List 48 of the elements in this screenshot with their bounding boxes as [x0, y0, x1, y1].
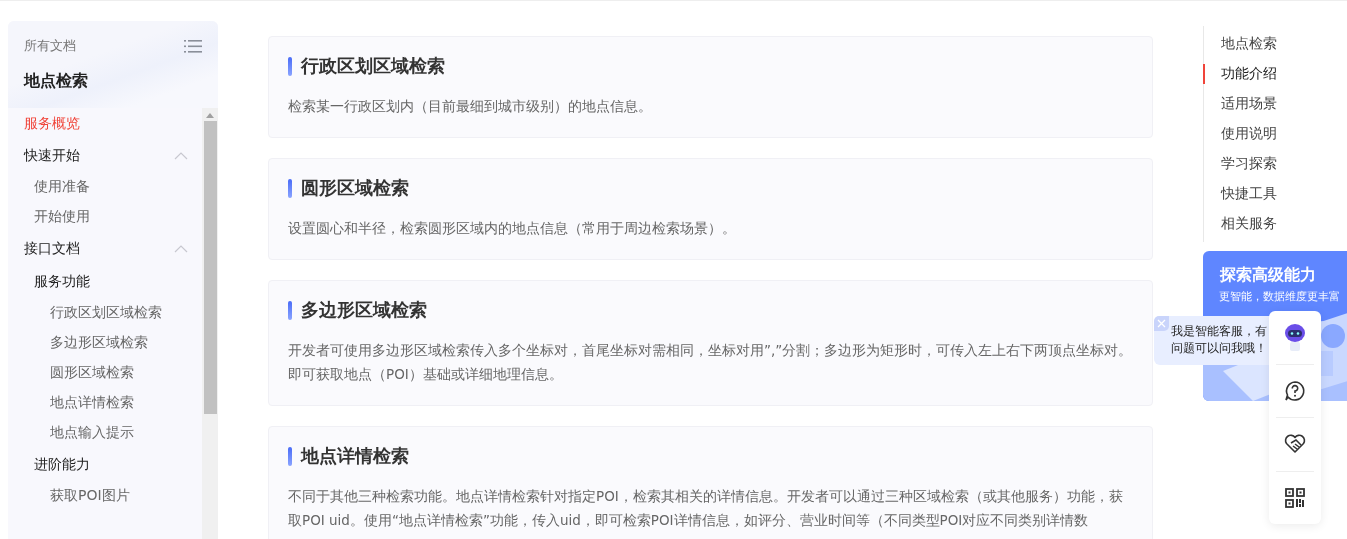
scrollbar-thumb[interactable] [203, 121, 217, 414]
toc-item[interactable]: 适用场景 [1203, 94, 1277, 114]
all-docs-label: 所有文档 [24, 37, 76, 55]
section-title: 行政区划区域检索 [301, 54, 445, 78]
nav-item[interactable]: 多边形区域检索 [50, 334, 148, 352]
toc-item[interactable]: 功能介绍 [1203, 64, 1277, 84]
tooltip-text: 我是智能客服，有问题可以问我哦！ [1171, 323, 1268, 357]
nav-item[interactable]: 快速开始 [24, 146, 80, 165]
section-title: 圆形区域检索 [301, 176, 409, 200]
nav-item[interactable]: 使用准备 [34, 178, 90, 196]
toc-item[interactable]: 相关服务 [1203, 214, 1277, 234]
nav-item[interactable]: 进阶能力 [34, 455, 90, 474]
accent-bar [288, 446, 292, 466]
nav-item[interactable]: 服务功能 [34, 272, 90, 291]
scroll-up-icon[interactable] [206, 113, 214, 118]
accent-bar [288, 178, 292, 198]
toc-item[interactable]: 地点检索 [1203, 34, 1277, 54]
list-icon[interactable] [184, 39, 202, 53]
close-button[interactable] [1154, 316, 1169, 331]
nav-item[interactable]: 地点详情检索 [50, 394, 134, 412]
nav-item[interactable]: 服务概览 [24, 115, 80, 133]
accent-bar [288, 56, 292, 76]
qr-code-icon[interactable] [1285, 487, 1305, 508]
nav-item[interactable]: 获取POI图片 [50, 487, 130, 505]
nav-item[interactable]: 行政区划区域检索 [50, 304, 162, 322]
nav-item[interactable]: 接口文档 [24, 239, 80, 258]
scrollbar[interactable] [202, 108, 218, 539]
help-icon[interactable] [1284, 379, 1306, 402]
accent-bar [288, 300, 292, 320]
promo-title: 探索高级能力 [1220, 265, 1317, 286]
section-title: 多边形区域检索 [301, 298, 427, 322]
chevron-icon[interactable] [174, 151, 188, 160]
toc-item[interactable]: 使用说明 [1203, 124, 1277, 144]
toc-item[interactable]: 快捷工具 [1203, 184, 1277, 204]
toc-item[interactable]: 学习探索 [1203, 154, 1277, 174]
nav-item[interactable]: 开始使用 [34, 208, 90, 226]
section-text: 开发者可使用多边形区域检索传入多个坐标对，首尾坐标对需相同，坐标对用”,”分割；多边形为矩形时，可传入左上右下两顶点坐标对。即可获取地点（POI）基础或详细地理信息。 [288, 341, 1133, 384]
sidebar-title: 地点检索 [24, 71, 89, 92]
section-text: 检索某一行政区划内（目前最细到城市级别）的地点信息。 [288, 97, 653, 116]
section-text: 设置圆心和半径，检索圆形区域内的地点信息（常用于周边检索场景）。 [288, 219, 737, 238]
section-title: 地点详情检索 [301, 444, 409, 468]
promo-subtitle: 更智能，数据维度更丰富 [1219, 289, 1341, 304]
chevron-icon[interactable] [174, 244, 188, 253]
section-text: 不同于其他三种检索功能。地点详情检索针对指定POI，检索其相关的详情信息。开发者可以通过三种区域检索（或其他服务）功能，获取POI uid。使用“地点详情检索”功能，传入uid，即可检索POI详情信息，如评分、营业时间等（不同类型POI对应不同类别详情数 [288, 487, 1124, 530]
nav-item[interactable]: 圆形区域检索 [50, 364, 134, 382]
handshake-icon[interactable] [1284, 434, 1306, 455]
nav-item[interactable]: 地点输入提示 [50, 424, 134, 442]
robot-icon[interactable] [1282, 322, 1308, 353]
